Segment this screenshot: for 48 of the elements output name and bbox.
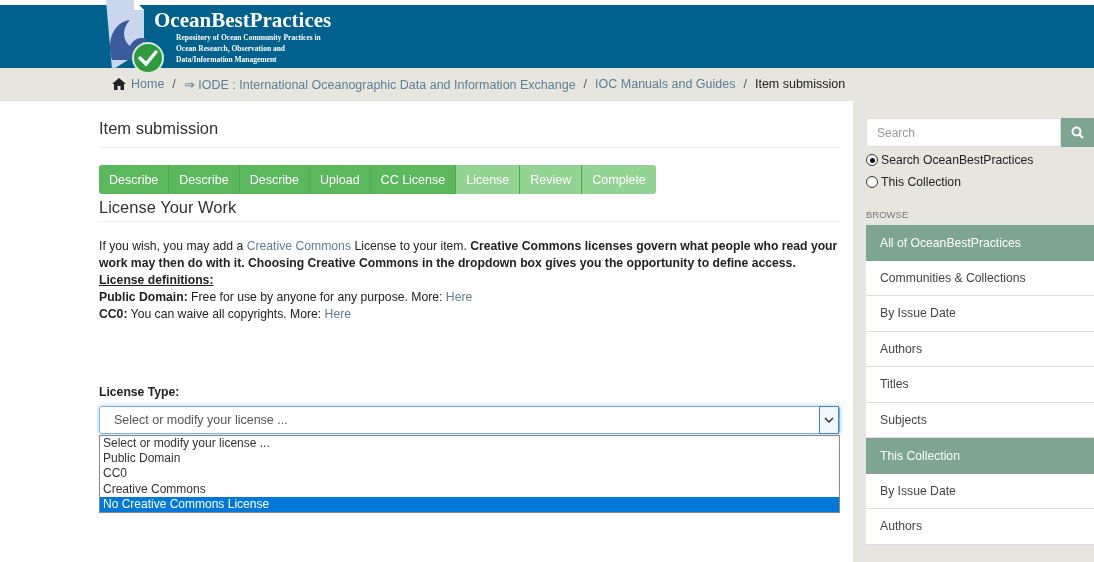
license-type-label: License Type: <box>99 385 181 399</box>
browse-link[interactable]: Authors <box>866 331 1094 367</box>
breadcrumb-link[interactable]: Home <box>131 77 165 91</box>
caret-icon <box>819 406 839 434</box>
home-icon <box>112 78 126 90</box>
radio-button[interactable] <box>866 176 878 188</box>
more-link[interactable]: Here <box>445 290 473 304</box>
license-type-dropdown[interactable]: Select or modify your license ... <box>99 406 840 434</box>
definitions-heading: License definitions: <box>99 272 215 289</box>
page-title: Item submission <box>99 119 840 148</box>
radio-label: This Collection <box>881 175 961 189</box>
search-field[interactable]: Search <box>866 118 1061 147</box>
search-icon <box>1071 126 1084 139</box>
progress-step[interactable]: Describe <box>99 165 170 194</box>
browse-heading: BROWSE <box>866 209 910 220</box>
definition-text: CC0: You can waive all copyrights. More: Here <box>99 306 352 323</box>
radio-button[interactable] <box>866 154 878 166</box>
search-button[interactable] <box>1061 118 1094 147</box>
section-title: License Your Work <box>99 198 840 222</box>
more-link[interactable]: Here <box>324 307 351 321</box>
dropdown-option[interactable]: Creative Commons <box>100 481 839 497</box>
progress-step[interactable]: Describe <box>239 165 310 194</box>
browse-group-header: All of OceanBestPractices <box>866 225 1094 261</box>
browse-link[interactable]: By Issue Date <box>866 296 1094 332</box>
breadcrumb-separator: / <box>172 77 176 91</box>
browse-link[interactable]: Authors <box>866 509 1094 545</box>
breadcrumb-link[interactable]: IOC Manuals and Guides <box>595 77 736 91</box>
intro-text: If you wish, you may add a Creative Commons License to your item. Creative Commons licenses govern what people who read your work may then do with it. Choosing Creative Commons in the dropdown box gives you the opportunity to define access. <box>99 238 839 272</box>
browse-link[interactable]: Titles <box>866 367 1094 403</box>
radio-label: Search OceanBestPractices <box>881 153 1034 167</box>
breadcrumb-current: Item submission <box>754 77 846 91</box>
logo-title: OceanBestPractices <box>154 8 332 32</box>
progress-step[interactable]: CC License <box>370 165 457 194</box>
browse-link[interactable]: Communities & Collections <box>866 260 1094 296</box>
breadcrumb-link[interactable]: ⇒ IODE : International Oceanographic Data and Information Exchange <box>183 76 576 92</box>
progress-step[interactable]: Describe <box>169 165 240 194</box>
breadcrumb-separator: / <box>583 77 588 91</box>
dropdown-option[interactable]: CC0 <box>100 466 839 482</box>
creative-commons-link[interactable]: Creative Commons <box>246 239 351 253</box>
dropdown-option[interactable]: No Creative Commons License <box>100 496 839 512</box>
browse-link[interactable]: Subjects <box>866 402 1094 438</box>
progress-step[interactable]: Upload <box>310 165 371 194</box>
breadcrumb-separator: / <box>743 77 747 91</box>
dropdown-option[interactable]: Public Domain <box>100 451 839 467</box>
browse-link[interactable]: By Issue Date <box>866 473 1094 509</box>
definition-text: Public Domain: Free for use by anyone for any purpose. More: Here <box>99 289 474 306</box>
browse-group-header: This Collection <box>866 438 1094 474</box>
dropdown-option[interactable]: Select or modify your license ... <box>100 436 839 452</box>
